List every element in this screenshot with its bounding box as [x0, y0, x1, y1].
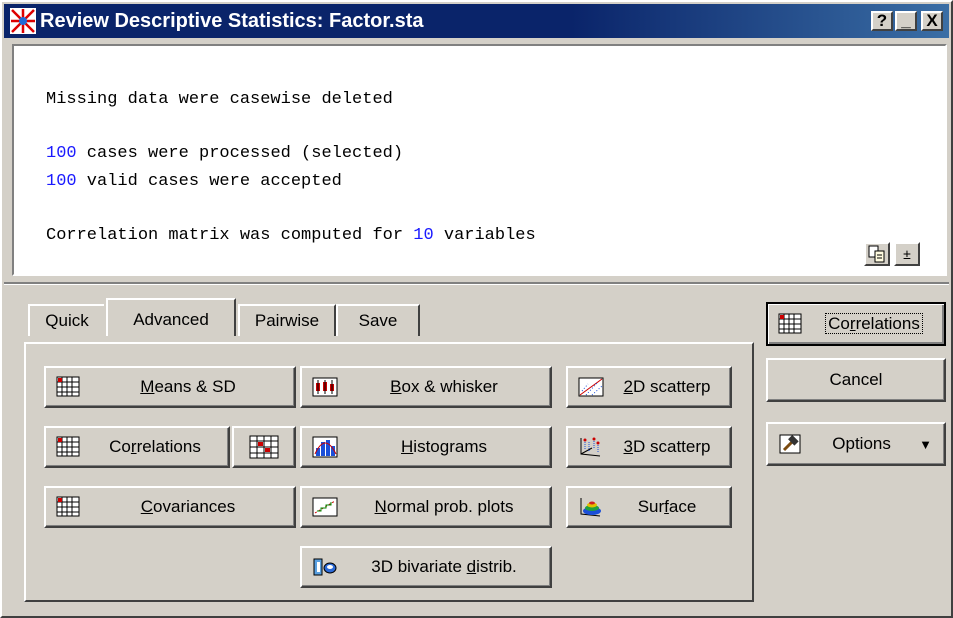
output-text: valid cases were accepted — [76, 172, 342, 191]
correlations-button[interactable]: Correlations — [44, 426, 230, 468]
button-label: 3D bivariate distrib. — [371, 557, 517, 576]
3d-bivariate-icon — [313, 558, 337, 576]
output-text: Missing data were casewise deleted — [46, 90, 393, 109]
3d-scatter-icon — [580, 437, 601, 457]
copy-icon — [868, 245, 885, 263]
grid-table-icon — [778, 313, 802, 334]
histogram-icon — [312, 436, 338, 458]
tab-advanced[interactable]: Advanced — [106, 298, 236, 336]
button-label: Correlations — [825, 313, 923, 334]
button-label: Normal prob. plots — [374, 497, 514, 516]
output-text: cases were processed (selected) — [76, 144, 404, 163]
tab-pairwise[interactable]: Pairwise — [238, 304, 336, 336]
3d-scatterplot-button[interactable]: 3D scatterp — [566, 426, 732, 468]
title-bar[interactable]: Review Descriptive Statistics: Factor.st… — [4, 4, 949, 38]
button-label: Covariances — [140, 497, 236, 516]
output-line-processed: 100 cases were processed (selected) — [46, 144, 403, 163]
surface-plot-button[interactable]: Surface — [566, 486, 732, 528]
summary-output-box[interactable]: Missing data were casewise deleted 100 c… — [12, 44, 947, 276]
button-label: 2D scatterp — [623, 377, 711, 396]
button-label: Histograms — [401, 437, 487, 456]
button-label: Correlations — [109, 437, 201, 456]
output-line-missing: Missing data were casewise deleted — [46, 90, 393, 109]
grid-table-icon — [56, 376, 80, 397]
button-label: Means & SD — [140, 377, 236, 396]
tab-label: Advanced — [133, 310, 209, 329]
covariances-button[interactable]: Covariances — [44, 486, 296, 528]
grid-table-icon — [56, 496, 80, 517]
grid-table-icon — [56, 436, 80, 457]
button-label: Options — [832, 434, 891, 453]
tab-label: Save — [358, 311, 398, 330]
tab-label: Pairwise — [254, 311, 320, 330]
output-line-accepted: 100 valid cases were accepted — [46, 172, 342, 191]
output-number: 10 — [413, 226, 434, 245]
output-line-correlation: Correlation matrix was computed for 10 v… — [46, 226, 536, 245]
button-label: 3D scatterp — [623, 437, 711, 456]
normal-plot-icon — [312, 497, 338, 517]
copy-output-button[interactable] — [864, 242, 890, 266]
tab-quick[interactable]: Quick — [28, 304, 104, 336]
box-plot-icon — [312, 377, 338, 397]
bivariate-distrib-button[interactable]: 3D bivariate distrib. — [300, 546, 552, 588]
minimize-button[interactable]: _ — [895, 11, 917, 31]
button-label: Cancel — [829, 370, 883, 389]
dropdown-arrow-icon: ▼ — [919, 436, 932, 452]
options-button[interactable]: Options ▼ — [766, 422, 946, 466]
normal-prob-plots-button[interactable]: Normal prob. plots — [300, 486, 552, 528]
cancel-button[interactable]: Cancel — [766, 358, 946, 402]
tab-save[interactable]: Save — [336, 304, 420, 336]
correlations-summary-button[interactable]: Correlations — [766, 302, 946, 346]
correlation-options-button[interactable] — [232, 426, 296, 468]
collapse-output-button[interactable]: ± — [894, 242, 920, 266]
matrix-icon — [249, 435, 279, 459]
histograms-button[interactable]: Histograms — [300, 426, 552, 468]
output-text: variables — [433, 226, 536, 245]
2d-scatterplot-button[interactable]: 2D scatterp — [566, 366, 732, 408]
button-label: Box & whisker — [390, 377, 498, 396]
dialog-window: Review Descriptive Statistics: Factor.st… — [0, 0, 953, 618]
2d-scatter-icon — [578, 377, 604, 397]
surface-icon — [580, 498, 601, 517]
separator — [4, 282, 949, 285]
output-text: Correlation matrix was computed for — [46, 226, 414, 245]
button-label: Surface — [637, 497, 697, 516]
help-button[interactable]: ? — [871, 11, 893, 31]
means-sd-button[interactable]: Means & SD — [44, 366, 296, 408]
window-title: Review Descriptive Statistics: Factor.st… — [40, 10, 424, 32]
close-button[interactable]: X — [921, 11, 943, 31]
output-number: 100 — [46, 144, 77, 163]
statistica-app-icon — [10, 8, 36, 34]
hammer-icon — [779, 434, 801, 454]
tab-label: Quick — [45, 311, 89, 330]
output-number: 100 — [46, 172, 77, 191]
box-whisker-button[interactable]: Box & whisker — [300, 366, 552, 408]
advanced-tab-panel: Means & SD Correlations Covariances Box … — [24, 342, 754, 602]
collapse-icon: ± — [903, 246, 911, 262]
